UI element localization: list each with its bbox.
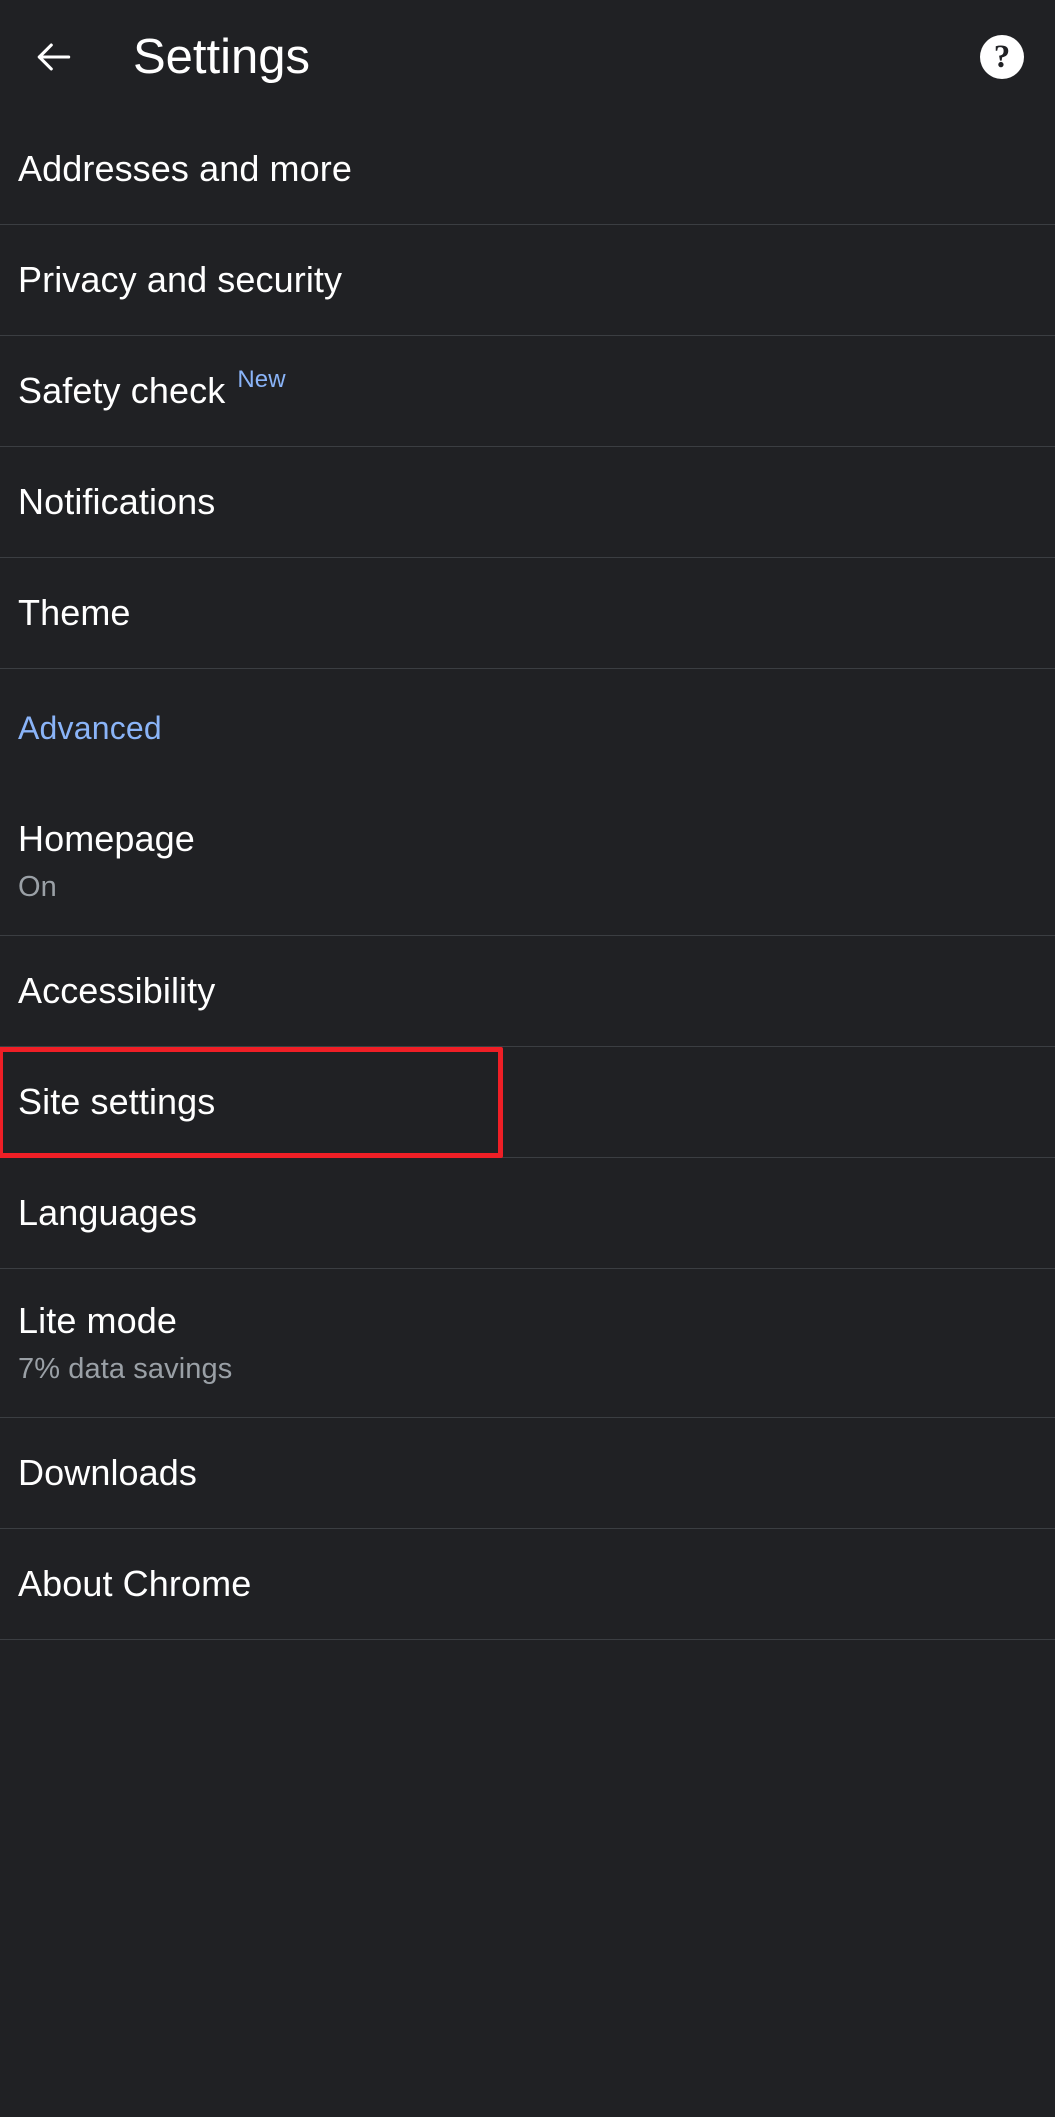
list-item-about-chrome[interactable]: About Chrome	[0, 1529, 1055, 1639]
list-item-label: Theme	[18, 592, 131, 634]
list-item-languages[interactable]: Languages	[0, 1158, 1055, 1268]
list-item-label: Addresses and more	[18, 148, 352, 190]
list-item-label: About Chrome	[18, 1563, 252, 1605]
settings-list: Addresses and more Privacy and security …	[0, 114, 1055, 1640]
list-item-label: Languages	[18, 1192, 198, 1234]
list-item-label: Notifications	[18, 481, 216, 523]
help-button[interactable]: ?	[975, 30, 1029, 84]
list-divider	[0, 1639, 1055, 1640]
back-button[interactable]	[24, 27, 84, 87]
list-item-label: Homepage	[18, 817, 195, 859]
list-item-subtitle: 7% data savings	[18, 1352, 233, 1385]
list-item-lite-mode[interactable]: Lite mode 7% data savings	[0, 1269, 1055, 1417]
list-item-title-row: Safety check New	[18, 368, 1031, 412]
list-item-downloads[interactable]: Downloads	[0, 1418, 1055, 1528]
section-header-advanced: Advanced	[0, 669, 1055, 787]
help-question-icon: ?	[980, 35, 1024, 79]
list-item-label: Safety check	[18, 370, 226, 412]
list-item-label: Accessibility	[18, 970, 216, 1012]
new-badge: New	[237, 366, 286, 394]
list-item-label: Site settings	[18, 1081, 216, 1123]
arrow-back-icon	[32, 35, 76, 79]
list-item-label: Lite mode	[18, 1299, 177, 1341]
settings-screen: Settings ? Addresses and more Privacy an…	[0, 0, 1055, 2117]
list-item-site-settings[interactable]: Site settings	[0, 1047, 1055, 1157]
section-header-label: Advanced	[18, 709, 162, 746]
app-bar: Settings ?	[0, 0, 1055, 114]
list-item-privacy-and-security[interactable]: Privacy and security	[0, 225, 1055, 335]
list-item-addresses-and-more[interactable]: Addresses and more	[0, 114, 1055, 224]
list-item-accessibility[interactable]: Accessibility	[0, 936, 1055, 1046]
page-title: Settings	[133, 29, 311, 84]
list-item-label: Downloads	[18, 1452, 198, 1494]
list-item-subtitle: On	[18, 870, 57, 903]
list-item-homepage[interactable]: Homepage On	[0, 787, 1055, 935]
list-item-safety-check[interactable]: Safety check New	[0, 336, 1055, 446]
list-item-theme[interactable]: Theme	[0, 558, 1055, 668]
list-item-notifications[interactable]: Notifications	[0, 447, 1055, 557]
list-item-label: Privacy and security	[18, 259, 343, 301]
